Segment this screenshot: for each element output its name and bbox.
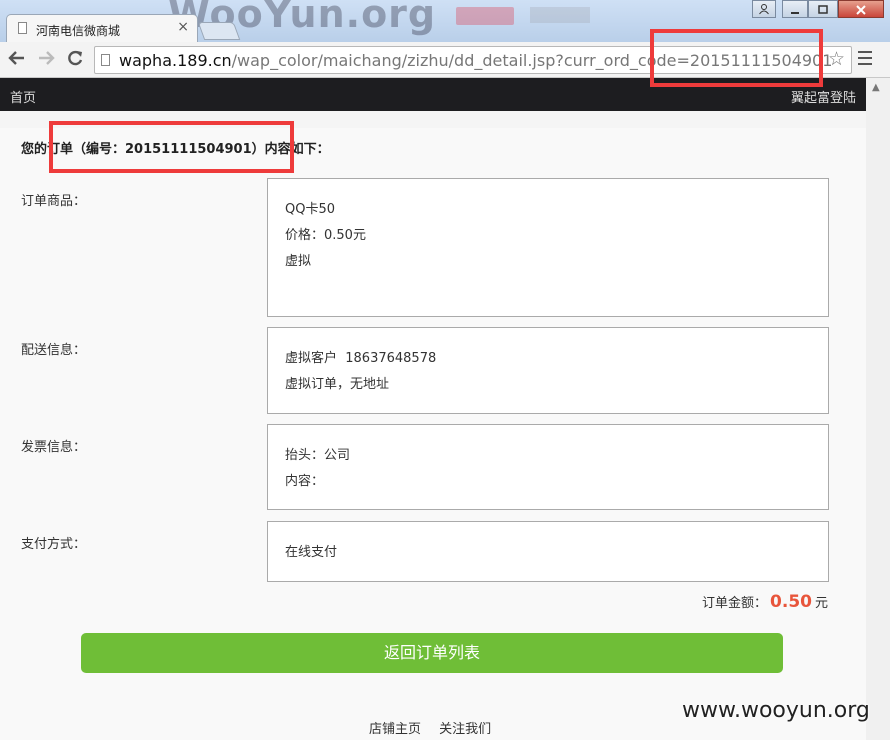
page-info-icon [101, 54, 110, 66]
payment-label: 支付方式： [21, 537, 87, 552]
back-arrow-icon[interactable] [8, 49, 26, 72]
payment-box: 在线支付 [267, 521, 829, 582]
maximize-icon[interactable] [808, 0, 838, 18]
browser-tab[interactable]: 河南电信微商城 × [6, 14, 198, 42]
order-total: 订单金额： 0.50 元 [702, 592, 828, 612]
invoice-box: 抬头：公司 内容： [267, 424, 829, 510]
tab-title: 河南电信微商城 [36, 24, 121, 38]
scroll-up-icon[interactable]: ▲ [872, 82, 880, 93]
back-to-orders-button[interactable]: 返回订单列表 [81, 633, 783, 673]
order-detail-content: 您的订单（编号：20151111504901）内容如下： 订单商品： QQ卡50… [0, 128, 866, 740]
footer-link-follow-us[interactable]: 关注我们 [439, 722, 491, 737]
shipping-label: 配送信息： [21, 343, 87, 358]
product-box: QQ卡50 价格：0.50元 虚拟 [267, 178, 829, 317]
product-type: 虚拟 [285, 254, 312, 269]
invoice-label: 发票信息： [21, 440, 87, 455]
watermark-gray-text [530, 7, 590, 23]
forward-arrow-icon[interactable] [37, 49, 55, 72]
web-page: 首页 翼起富登陆 ▲ 您的订单（编号：20151111504901）内容如下： … [0, 78, 890, 740]
user-icon[interactable] [752, 0, 776, 18]
star-icon[interactable]: ☆ [828, 48, 845, 70]
menu-icon[interactable] [858, 51, 872, 69]
footer-links: 店铺主页 关注我们 [369, 718, 505, 737]
nav-home-link[interactable]: 首页 [10, 87, 36, 106]
reload-icon[interactable] [66, 49, 84, 72]
shipping-customer: 虚拟客户 18637648578 [285, 351, 437, 366]
invoice-content: 内容： [285, 474, 325, 489]
tab-close-icon[interactable]: × [177, 19, 189, 35]
footer-link-shop-home[interactable]: 店铺主页 [369, 722, 421, 737]
vertical-scrollbar[interactable]: ▲ [866, 78, 890, 740]
nav-login-link[interactable]: 翼起富登陆 [791, 87, 856, 106]
shipping-box: 虚拟客户 18637648578 虚拟订单，无地址 [267, 327, 829, 414]
payment-method: 在线支付 [285, 545, 338, 560]
new-tab-button[interactable] [197, 22, 241, 40]
close-icon[interactable] [838, 0, 884, 18]
total-unit: 元 [814, 596, 828, 611]
shipping-address: 虚拟订单，无地址 [285, 377, 390, 392]
minimize-icon[interactable] [782, 0, 808, 18]
product-name: QQ卡50 [285, 202, 336, 217]
document-icon [18, 22, 27, 34]
total-label: 订单金额： [702, 596, 768, 611]
product-label: 订单商品： [21, 194, 87, 209]
watermark-badge [456, 7, 514, 25]
total-amount: 0.50 [770, 592, 812, 612]
order-number-highlight-box [49, 121, 294, 173]
product-price: 价格：0.50元 [285, 228, 366, 243]
invoice-title: 抬头：公司 [285, 448, 351, 463]
url-highlight-box [650, 29, 823, 87]
wooyun-bottom-watermark: www.wooyun.org [682, 698, 870, 723]
